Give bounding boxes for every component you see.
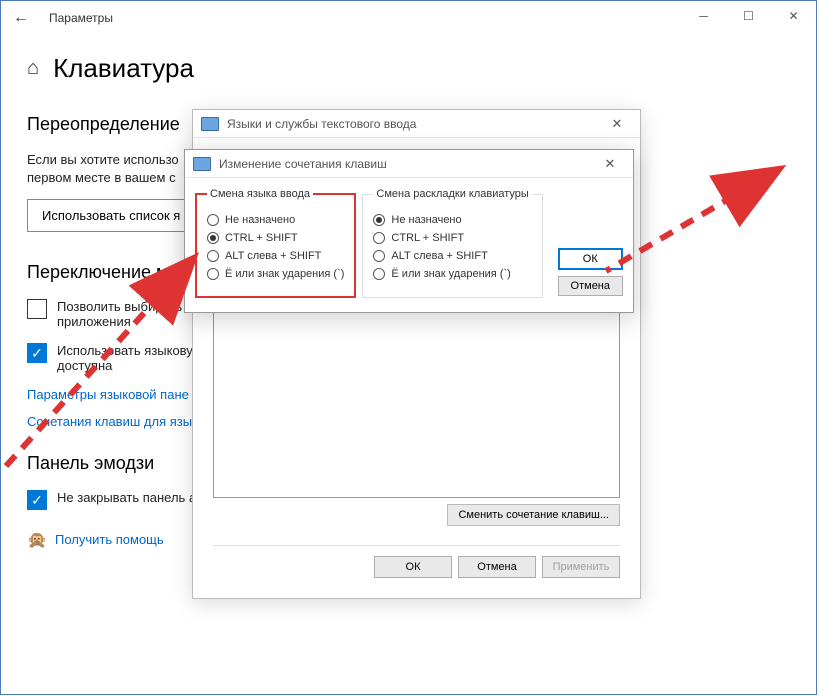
home-icon[interactable]: ⌂ (27, 57, 39, 80)
radio-not-assigned-1[interactable]: Не назначено (207, 214, 344, 226)
minimize-button[interactable]: ─ (681, 1, 726, 31)
dialog2-close-button[interactable]: ✕ (595, 156, 625, 172)
app-title: Параметры (49, 11, 113, 25)
titlebar: ← Параметры ─ ☐ ✕ (1, 1, 816, 35)
radio-not-assigned-2[interactable]: Не назначено (373, 214, 531, 226)
help-link[interactable]: Получить помощь (55, 532, 164, 547)
dialog2-ok-button[interactable]: ОК (558, 248, 623, 270)
radio-alt-shift-1[interactable]: ALT слева + SHIFT (207, 250, 344, 262)
input-lang-legend: Смена языка ввода (207, 188, 313, 200)
radio-alt-shift-2[interactable]: ALT слева + SHIFT (373, 250, 531, 262)
change-hotkey-button[interactable]: Сменить сочетание клавиш... (447, 504, 620, 526)
keyboard-icon (193, 157, 211, 171)
dialog1-apply-button[interactable]: Применить (542, 556, 620, 578)
kbd-layout-group: Смена раскладки клавиатуры Не назначено … (362, 188, 542, 298)
radio-accent-2[interactable]: Ё или знак ударения (`) (373, 268, 531, 280)
dialog1-ok-button[interactable]: ОК (374, 556, 452, 578)
close-button[interactable]: ✕ (771, 1, 816, 31)
emoji-checkbox[interactable]: ✓ (27, 490, 47, 510)
input-lang-group: Смена языка ввода Не назначено CTRL + SH… (195, 188, 356, 298)
radio-accent-1[interactable]: Ё или знак ударения (`) (207, 268, 344, 280)
back-icon[interactable]: ← (11, 9, 31, 27)
change-hotkey-dialog: Изменение сочетания клавиш ✕ Смена языка… (184, 149, 634, 313)
change-hotkey-title: Изменение сочетания клавиш (219, 157, 387, 171)
use-lang-checkbox[interactable]: ✓ (27, 343, 47, 363)
dialog2-cancel-button[interactable]: Отмена (558, 276, 623, 296)
dialog1-cancel-button[interactable]: Отмена (458, 556, 536, 578)
allow-choose-checkbox[interactable] (27, 299, 47, 319)
kbd-layout-legend: Смена раскладки клавиатуры (373, 188, 531, 200)
radio-ctrl-shift-1[interactable]: CTRL + SHIFT (207, 232, 344, 244)
text-services-title: Языки и службы текстового ввода (227, 117, 416, 131)
use-lang-label: Использовать языкову доступна (57, 343, 193, 373)
use-list-button[interactable]: Использовать список я (27, 199, 195, 232)
radio-ctrl-shift-2[interactable]: CTRL + SHIFT (373, 232, 531, 244)
page-title: Клавиатура (53, 53, 194, 84)
dialog1-close-button[interactable]: ✕ (602, 116, 632, 132)
allow-choose-label: Позволить выбирать м приложения (57, 299, 195, 329)
keyboard-icon (201, 117, 219, 131)
maximize-button[interactable]: ☐ (726, 1, 771, 31)
help-icon: 🙊 (27, 530, 45, 548)
